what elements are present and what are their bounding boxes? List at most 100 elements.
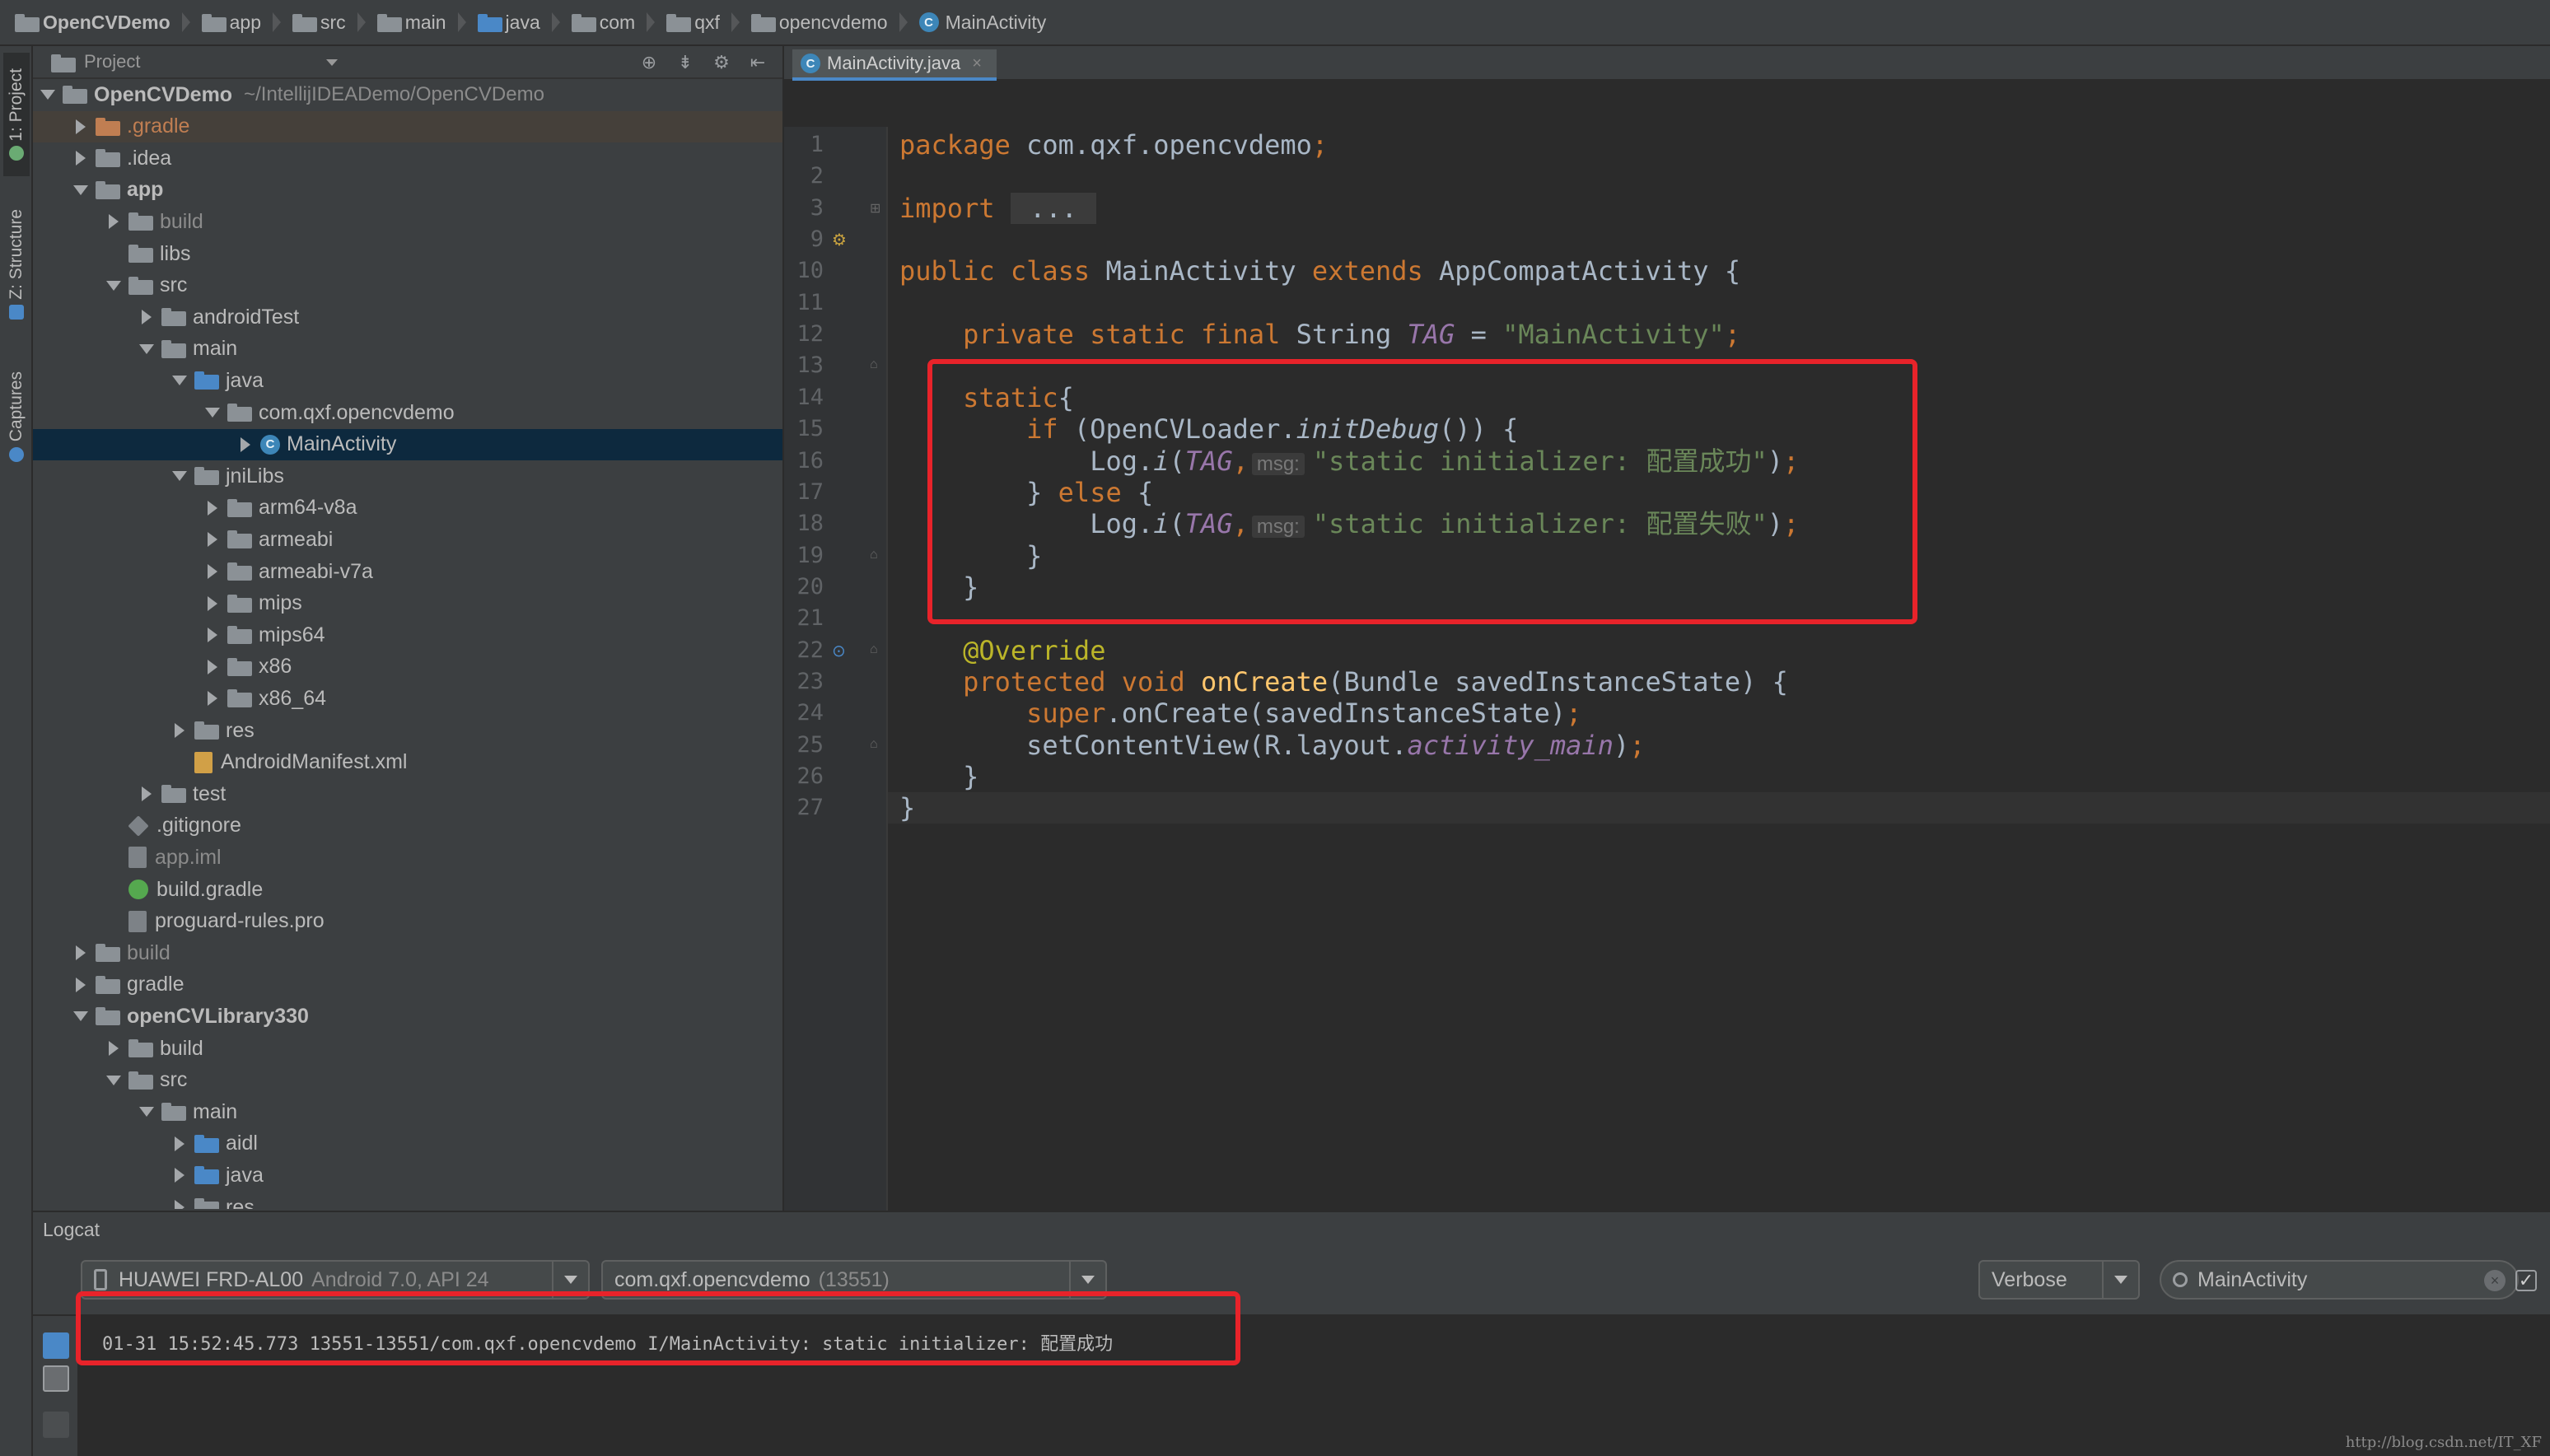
chevron-down-icon[interactable] [203, 403, 222, 422]
chevron-right-icon[interactable] [236, 435, 255, 455]
tree-item[interactable]: jniLibs [33, 460, 782, 492]
clear-logcat-icon[interactable] [43, 1332, 69, 1359]
breadcrumb-item[interactable]: qxf [666, 12, 720, 34]
code-line[interactable] [888, 161, 2550, 192]
code-area[interactable]: package com.qxf.opencvdemo; import ... pu… [888, 127, 2550, 1211]
code-line[interactable]: } [888, 792, 2550, 824]
chevron-down-icon[interactable] [71, 180, 91, 200]
fold-marker-icon[interactable]: ⊞ [870, 200, 880, 217]
chevron-down-icon[interactable] [326, 59, 338, 66]
project-view-selector[interactable]: Project [84, 51, 140, 72]
folded-imports[interactable]: ... [1010, 192, 1097, 224]
code-line[interactable]: Log.i(TAG, msg: "static initializer: 配置成功"… [888, 446, 2550, 477]
breadcrumb-item[interactable]: java [477, 12, 540, 34]
tree-item[interactable]: .idea [33, 142, 782, 174]
structure-tool-tab[interactable]: Z: Structure [3, 194, 30, 334]
code-line[interactable] [888, 350, 2550, 381]
collapse-all-icon[interactable]: ⇟ [675, 53, 695, 72]
chevron-down-icon[interactable] [137, 1102, 156, 1122]
chevron-down-icon[interactable] [38, 85, 58, 105]
code-line[interactable]: Log.i(TAG, msg: "static initializer: 配置失败"… [888, 508, 2550, 539]
code-line[interactable]: if (OpenCVLoader.initDebug()) { [888, 413, 2550, 445]
android-activity-icon[interactable]: ⚙ [832, 230, 847, 250]
chevron-down-icon[interactable] [552, 1262, 588, 1298]
tree-item[interactable]: armeabi-v7a [33, 556, 782, 587]
breadcrumb-item[interactable]: app [201, 12, 261, 34]
logcat-search-input[interactable]: MainActivity × [2160, 1260, 2519, 1300]
chevron-right-icon[interactable] [203, 530, 222, 549]
chevron-down-icon[interactable] [170, 371, 189, 390]
tree-item[interactable]: main [33, 1096, 782, 1127]
tree-item[interactable]: res [33, 1192, 782, 1209]
chevron-right-icon[interactable] [203, 498, 222, 518]
code-line[interactable]: super.onCreate(savedInstanceState); [888, 698, 2550, 729]
tree-item[interactable]: x86 [33, 651, 782, 683]
gear-icon[interactable]: ⚙ [712, 53, 731, 72]
tree-item[interactable]: OpenCVDemo ~/IntellijIDEADemo/OpenCVDemo [33, 79, 782, 110]
tree-item[interactable]: app [33, 175, 782, 206]
tree-item[interactable]: build.gradle [33, 874, 782, 905]
code-line[interactable]: import ... [888, 192, 2550, 224]
fold-marker-icon[interactable]: ⌂ [870, 548, 878, 562]
breadcrumb-item[interactable]: OpenCVDemo [15, 12, 170, 34]
tab-mainactivity-java[interactable]: C MainActivity.java × [792, 49, 997, 81]
chevron-down-icon[interactable] [1069, 1262, 1105, 1298]
tree-item[interactable]: aidl [33, 1128, 782, 1160]
chevron-down-icon[interactable] [71, 1006, 91, 1026]
code-line[interactable]: package com.qxf.opencvdemo; [888, 129, 2550, 161]
chevron-right-icon[interactable] [137, 784, 156, 804]
tree-item[interactable]: libs [33, 238, 782, 269]
code-line[interactable] [888, 224, 2550, 255]
tree-item[interactable]: main [33, 334, 782, 365]
hide-panel-icon[interactable]: ⇤ [748, 53, 768, 72]
chevron-right-icon[interactable] [104, 1038, 124, 1058]
tree-item[interactable]: build [33, 1033, 782, 1064]
tree-item[interactable]: res [33, 715, 782, 746]
chevron-right-icon[interactable] [170, 1134, 189, 1154]
breadcrumb-item[interactable]: com [571, 12, 635, 34]
code-line[interactable]: } [888, 540, 2550, 572]
tree-item[interactable]: openCVLibrary330 [33, 1001, 782, 1032]
chevron-right-icon[interactable] [104, 212, 124, 231]
chevron-right-icon[interactable] [170, 1197, 189, 1209]
tree-item[interactable]: java [33, 365, 782, 396]
chevron-right-icon[interactable] [203, 562, 222, 581]
breadcrumb-item[interactable]: C MainActivity [918, 12, 1046, 34]
chevron-right-icon[interactable] [170, 721, 189, 740]
breadcrumb-item[interactable]: opencvdemo [750, 12, 888, 34]
fold-marker-icon[interactable]: ⌂ [870, 642, 878, 657]
chevron-right-icon[interactable] [71, 943, 91, 963]
code-line[interactable]: public class MainActivity extends AppCom… [888, 255, 2550, 287]
chevron-down-icon[interactable] [104, 276, 124, 296]
tree-item[interactable]: src [33, 1065, 782, 1096]
code-line[interactable]: protected void onCreate(Bundle savedInst… [888, 666, 2550, 698]
code-line[interactable]: @Override [888, 635, 2550, 666]
chevron-down-icon[interactable] [104, 1071, 124, 1090]
code-line[interactable] [888, 603, 2550, 634]
code-line[interactable] [888, 287, 2550, 319]
project-tool-tab[interactable]: 1: Project [3, 53, 30, 176]
breadcrumb-item[interactable]: main [376, 12, 446, 34]
code-line[interactable]: setContentView(R.layout.activity_main); [888, 730, 2550, 761]
close-icon[interactable]: × [972, 54, 982, 73]
chevron-right-icon[interactable] [71, 148, 91, 168]
tree-item[interactable]: androidTest [33, 301, 782, 333]
tree-item[interactable]: test [33, 778, 782, 810]
tree-item[interactable]: java [33, 1160, 782, 1191]
chevron-right-icon[interactable] [71, 975, 91, 995]
chevron-right-icon[interactable] [71, 117, 91, 137]
log-level-selector[interactable]: Verbose [1978, 1260, 2140, 1300]
chevron-right-icon[interactable] [170, 1165, 189, 1185]
locate-icon[interactable]: ⊕ [639, 53, 659, 72]
override-icon[interactable]: ⊙ [832, 641, 846, 661]
tree-item[interactable]: x86_64 [33, 683, 782, 714]
tree-item[interactable]: AndroidManifest.xml [33, 747, 782, 778]
tree-item[interactable]: build [33, 937, 782, 968]
captures-tool-tab[interactable]: Captures [3, 359, 30, 474]
code-line[interactable]: static{ [888, 382, 2550, 413]
code-line[interactable]: } [888, 572, 2550, 603]
tree-item[interactable]: src [33, 270, 782, 301]
tree-item[interactable]: .gradle [33, 110, 782, 142]
tree-item[interactable]: proguard-rules.pro [33, 906, 782, 937]
breadcrumb-item[interactable]: src [292, 12, 346, 34]
